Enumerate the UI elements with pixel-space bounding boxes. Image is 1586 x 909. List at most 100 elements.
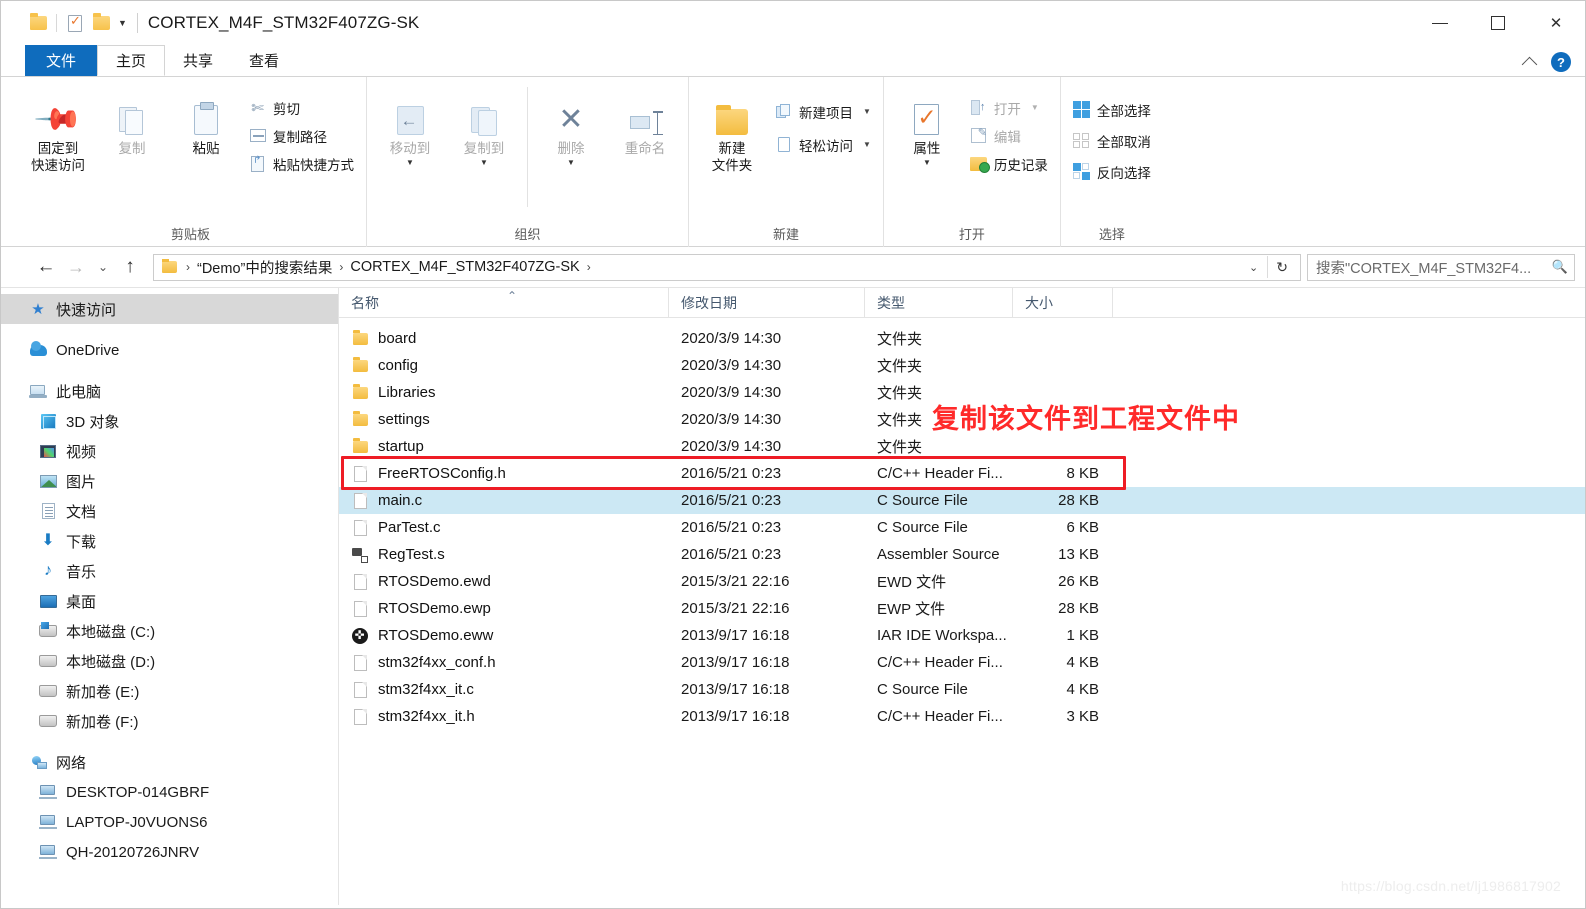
- chevron-down-icon[interactable]: ⌄: [1240, 261, 1267, 274]
- chevron-down-icon[interactable]: ▼: [567, 158, 575, 167]
- copy-to-button[interactable]: 复制到 ▼: [447, 87, 521, 167]
- table-row[interactable]: stm32f4xx_it.h 2013/9/17 16:18 C/C++ Heade…: [339, 703, 1585, 730]
- table-row[interactable]: config 2020/3/9 14:30 文件夹: [339, 352, 1585, 379]
- sidebar-item-music[interactable]: ♪ 音乐: [1, 556, 338, 586]
- sidebar-item-local-disk-c[interactable]: 本地磁盘 (C:): [1, 616, 338, 646]
- sidebar-item-label: DESKTOP-014GBRF: [66, 783, 210, 801]
- refresh-icon[interactable]: ↻: [1268, 259, 1296, 276]
- new-item-button[interactable]: 新建项目 ▼: [769, 99, 877, 124]
- column-header-label: 名称: [351, 294, 379, 311]
- column-header-size[interactable]: 大小: [1013, 288, 1113, 318]
- back-button[interactable]: ←: [31, 252, 61, 282]
- tab-share[interactable]: 共享: [165, 45, 231, 76]
- file-name-cell: config: [339, 357, 669, 375]
- table-row[interactable]: settings 2020/3/9 14:30 文件夹: [339, 406, 1585, 433]
- table-row[interactable]: board 2020/3/9 14:30 文件夹: [339, 325, 1585, 352]
- table-row[interactable]: RTOSDemo.eww 2013/9/17 16:18 IAR IDE Works…: [339, 622, 1585, 649]
- delete-button[interactable]: ✕ 删除 ▼: [534, 87, 608, 168]
- table-row[interactable]: RTOSDemo.ewp 2015/3/21 22:16 EWP 文件 28 KB: [339, 595, 1585, 622]
- file-explorer-window: ▼ CORTEX_M4F_STM32F407ZG-SK ✕ 文件 主页 共享 查…: [0, 0, 1586, 909]
- breadcrumb-item-search-results[interactable]: “Demo”中的搜索结果: [195, 257, 334, 278]
- minimize-button[interactable]: [1411, 1, 1469, 45]
- easy-access-button[interactable]: 轻松访问 ▼: [769, 132, 877, 157]
- select-all-button[interactable]: 全部选择: [1067, 97, 1157, 122]
- chevron-down-icon[interactable]: ▼: [1031, 103, 1039, 112]
- chevron-down-icon[interactable]: ▼: [118, 18, 127, 28]
- table-row[interactable]: startup 2020/3/9 14:30 文件夹: [339, 433, 1585, 460]
- sidebar-item-videos[interactable]: 视频: [1, 436, 338, 466]
- file-type: C Source File: [877, 681, 968, 698]
- sidebar-item-3d-objects[interactable]: 3D 对象: [1, 406, 338, 436]
- history-button[interactable]: 历史记录: [964, 151, 1054, 176]
- new-folder-icon[interactable]: [88, 10, 114, 36]
- table-row[interactable]: Libraries 2020/3/9 14:30 文件夹: [339, 379, 1585, 406]
- table-row[interactable]: stm32f4xx_it.c 2013/9/17 16:18 C Source Fi…: [339, 676, 1585, 703]
- sidebar-item-desktop[interactable]: 桌面: [1, 586, 338, 616]
- chevron-down-icon[interactable]: ▼: [863, 140, 871, 149]
- tab-home[interactable]: 主页: [97, 45, 166, 76]
- sidebar-item-documents[interactable]: 文档: [1, 496, 338, 526]
- table-row[interactable]: RegTest.s 2016/5/21 0:23 Assembler Source 1…: [339, 541, 1585, 568]
- column-header-date[interactable]: 修改日期: [669, 288, 865, 318]
- edit-button[interactable]: 编辑: [964, 123, 1054, 148]
- copy-path-button[interactable]: 复制路径: [243, 123, 360, 148]
- select-none-button[interactable]: 全部取消: [1067, 128, 1157, 153]
- column-headers: 名称 ⌃ 修改日期 类型 大小: [339, 288, 1585, 318]
- invert-selection-button[interactable]: 反向选择: [1067, 159, 1157, 184]
- table-row[interactable]: main.c 2016/5/21 0:23 C Source File 28 KB: [339, 487, 1585, 514]
- paste-shortcut-button[interactable]: 粘贴快捷方式: [243, 151, 360, 176]
- edit-label: 编辑: [993, 129, 1021, 145]
- chevron-down-icon[interactable]: ▼: [406, 158, 414, 167]
- sidebar-item-laptop-j0vuons6[interactable]: LAPTOP-J0VUONS6: [1, 807, 338, 837]
- chevron-down-icon[interactable]: ▼: [480, 158, 488, 167]
- paste-button[interactable]: 粘贴: [169, 87, 243, 157]
- forward-button[interactable]: →: [61, 252, 91, 282]
- cut-button[interactable]: ✄ 剪切: [243, 95, 360, 120]
- properties-icon[interactable]: [62, 10, 88, 36]
- search-input[interactable]: 搜索"CORTEX_M4F_STM32F4... 🔍: [1307, 253, 1575, 281]
- help-icon[interactable]: ?: [1551, 52, 1571, 72]
- table-row[interactable]: FreeRTOSConfig.h 2016/5/21 0:23 C/C++ Head…: [339, 460, 1585, 487]
- sidebar-item-network[interactable]: 网络: [1, 747, 338, 777]
- chevron-down-icon[interactable]: ▼: [863, 107, 871, 116]
- column-header-type[interactable]: 类型: [865, 288, 1013, 318]
- sidebar-item-this-pc[interactable]: 此电脑: [1, 376, 338, 406]
- chevron-down-icon[interactable]: ▼: [923, 158, 931, 167]
- chevron-up-icon[interactable]: [1521, 56, 1538, 72]
- maximize-button[interactable]: [1469, 1, 1527, 45]
- copy-button[interactable]: 复制: [95, 87, 169, 157]
- paste-icon: [194, 102, 218, 135]
- folder-icon[interactable]: [25, 10, 51, 36]
- move-to-button[interactable]: ← 移动到 ▼: [373, 87, 447, 167]
- table-row[interactable]: ParTest.c 2016/5/21 0:23 C Source File 6 KB: [339, 514, 1585, 541]
- sidebar-item-volume-e[interactable]: 新加卷 (E:): [1, 676, 338, 706]
- pin-to-quick-access-button[interactable]: 📌 固定到 快速访问: [21, 87, 95, 174]
- close-button[interactable]: ✕: [1527, 1, 1585, 45]
- sidebar-item-onedrive[interactable]: OneDrive: [1, 335, 338, 365]
- table-row[interactable]: stm32f4xx_conf.h 2013/9/17 16:18 C/C++ Hea…: [339, 649, 1585, 676]
- sidebar-item-desktop-014gbrf[interactable]: DESKTOP-014GBRF: [1, 777, 338, 807]
- table-row[interactable]: RTOSDemo.ewd 2015/3/21 22:16 EWD 文件 26 KB: [339, 568, 1585, 595]
- open-button[interactable]: ↑ 打开 ▼: [964, 95, 1054, 120]
- sidebar-item-local-disk-d[interactable]: 本地磁盘 (D:): [1, 646, 338, 676]
- sidebar-item-qh-20120726jnrv[interactable]: QH-20120726JNRV: [1, 837, 338, 867]
- up-button[interactable]: ↑: [115, 252, 145, 282]
- sidebar-item-downloads[interactable]: ⬇ 下载: [1, 526, 338, 556]
- breadcrumb-item-current-folder[interactable]: CORTEX_M4F_STM32F407ZG-SK: [348, 259, 581, 275]
- video-icon: [40, 444, 56, 458]
- tab-view[interactable]: 查看: [231, 45, 297, 76]
- properties-icon: [914, 103, 940, 135]
- file-name: FreeRTOSConfig.h: [378, 465, 506, 482]
- sidebar-item-label: 文档: [66, 503, 97, 521]
- new-folder-button[interactable]: 新建 文件夹: [695, 87, 769, 174]
- sidebar-item-quick-access[interactable]: ★ 快速访问: [1, 294, 338, 324]
- tab-file[interactable]: 文件: [25, 45, 97, 76]
- column-header-name[interactable]: 名称 ⌃: [339, 288, 669, 318]
- rename-button[interactable]: 重命名: [608, 87, 682, 157]
- sidebar-item-volume-f[interactable]: 新加卷 (F:): [1, 706, 338, 736]
- breadcrumb[interactable]: › “Demo”中的搜索结果 › CORTEX_M4F_STM32F407ZG-…: [153, 253, 1301, 281]
- recent-locations-button[interactable]: ⌄: [91, 252, 115, 282]
- properties-button[interactable]: 属性 ▼: [890, 87, 964, 167]
- file-name-cell: main.c: [339, 492, 669, 510]
- sidebar-item-pictures[interactable]: 图片: [1, 466, 338, 496]
